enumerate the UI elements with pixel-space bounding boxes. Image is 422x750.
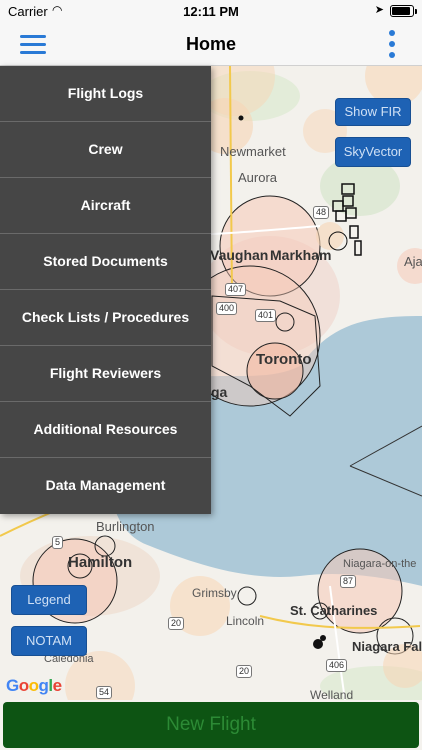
map-label-markham: Markham — [270, 247, 332, 263]
road-shield: 400 — [216, 302, 238, 315]
map-label-grimsby: Grimsby — [192, 586, 237, 600]
road-shield: 406 — [326, 659, 348, 672]
map-label-aja: Aja — [404, 254, 422, 269]
show-fir-button[interactable]: Show FIR — [335, 98, 411, 126]
side-drawer-menu: Flight Logs Crew Aircraft Stored Documen… — [0, 66, 211, 514]
location-arrow-icon: ➤ — [374, 4, 384, 16]
menu-item-flight-reviewers[interactable]: Flight Reviewers — [0, 346, 211, 402]
road-shield: 87 — [340, 575, 357, 588]
menu-item-flight-logs[interactable]: Flight Logs — [0, 66, 211, 122]
road-shield: 20 — [236, 665, 253, 678]
road-shield: 407 — [225, 283, 247, 296]
map-label-niagara-on-the: Niagara-on-the — [343, 558, 417, 570]
menu-item-crew[interactable]: Crew — [0, 122, 211, 178]
road-shield: 48 — [313, 206, 330, 219]
legend-button[interactable]: Legend — [11, 585, 87, 615]
status-bar: Carrier ◠ 12:11 PM ➤ — [0, 0, 422, 22]
battery-icon — [390, 5, 417, 17]
menu-item-additional-resources[interactable]: Additional Resources — [0, 402, 211, 458]
road-shield: 20 — [168, 617, 185, 630]
new-flight-button[interactable]: New Flight — [3, 702, 419, 748]
road-shield: 5 — [52, 536, 64, 549]
notam-button[interactable]: NOTAM — [11, 626, 87, 656]
map-label-hamilton: Hamilton — [68, 554, 133, 571]
skyvector-button[interactable]: SkyVector — [335, 137, 411, 167]
map-label-burlington: Burlington — [96, 519, 155, 534]
status-time: 12:11 PM — [183, 4, 239, 19]
road-shield: 54 — [96, 686, 113, 699]
map-label-ga: ga — [211, 384, 228, 400]
map-label-st-catharines: St. Catharines — [290, 603, 378, 618]
map-label-lincoln: Lincoln — [226, 614, 265, 628]
map-label-aurora: Aurora — [238, 170, 278, 185]
menu-item-check-lists[interactable]: Check Lists / Procedures — [0, 290, 211, 346]
map-label-newmarket: Newmarket — [220, 144, 286, 159]
road-shield: 401 — [255, 309, 277, 322]
menu-item-aircraft[interactable]: Aircraft — [0, 178, 211, 234]
page-title: Home — [185, 34, 236, 54]
map-label-vaughan: Vaughan — [210, 247, 269, 263]
map-label-niagara-falls: Niagara Fall — [352, 639, 422, 654]
map-label-welland: Welland — [310, 688, 354, 700]
nav-bar: Home — [0, 22, 422, 66]
more-options-icon[interactable] — [388, 29, 396, 59]
google-logo: Google — [6, 676, 62, 695]
map-label-toronto: Toronto — [256, 351, 312, 368]
menu-item-stored-documents[interactable]: Stored Documents — [0, 234, 211, 290]
menu-item-data-management[interactable]: Data Management — [0, 458, 211, 514]
